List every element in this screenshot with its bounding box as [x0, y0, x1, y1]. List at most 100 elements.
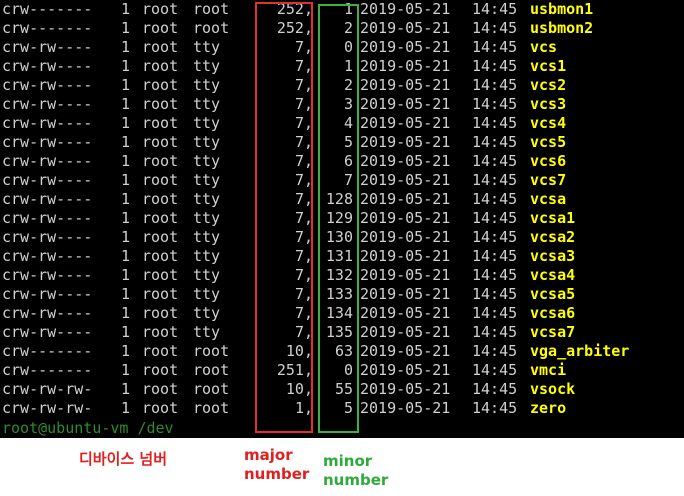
permissions: crw-rw---- — [2, 152, 93, 170]
time: 14:45 — [472, 380, 518, 398]
device-filename: zero — [530, 399, 567, 417]
group: root — [193, 19, 230, 37]
device-filename: vcsa6 — [530, 304, 576, 322]
date: 2019-05-21 — [360, 171, 451, 189]
permissions: crw-rw---- — [2, 228, 93, 246]
group: tty — [193, 38, 221, 56]
owner: root — [142, 285, 179, 303]
device-filename: vcsa4 — [530, 266, 576, 284]
date: 2019-05-21 — [360, 285, 451, 303]
date: 2019-05-21 — [360, 380, 451, 398]
link-count: 1 — [121, 399, 131, 417]
permissions: crw-rw-rw- — [2, 399, 93, 417]
time: 14:45 — [472, 342, 518, 360]
time: 14:45 — [472, 190, 518, 208]
permissions: crw-rw---- — [2, 323, 93, 341]
group: root — [193, 0, 230, 18]
minor-number-highlight-box — [318, 4, 359, 433]
date: 2019-05-21 — [360, 0, 451, 18]
link-count: 1 — [121, 266, 131, 284]
permissions: crw------- — [2, 342, 93, 360]
group: tty — [193, 152, 221, 170]
time: 14:45 — [472, 399, 518, 417]
permissions: crw-rw---- — [2, 133, 93, 151]
device-filename: vsock — [530, 380, 576, 398]
prompt-path: /dev — [137, 419, 174, 437]
link-count: 1 — [121, 19, 131, 37]
link-count: 1 — [121, 0, 131, 18]
device-filename: vcs3 — [530, 95, 567, 113]
owner: root — [142, 209, 179, 227]
link-count: 1 — [121, 171, 131, 189]
permissions: crw-rw---- — [2, 266, 93, 284]
time: 14:45 — [472, 152, 518, 170]
date: 2019-05-21 — [360, 399, 451, 417]
device-filename: vcs5 — [530, 133, 567, 151]
date: 2019-05-21 — [360, 304, 451, 322]
owner: root — [142, 247, 179, 265]
time: 14:45 — [472, 57, 518, 75]
time: 14:45 — [472, 171, 518, 189]
owner: root — [142, 0, 179, 18]
permissions: crw-rw---- — [2, 38, 93, 56]
group: tty — [193, 190, 221, 208]
group: tty — [193, 57, 221, 75]
group: tty — [193, 171, 221, 189]
date: 2019-05-21 — [360, 209, 451, 227]
device-filename: usbmon2 — [530, 19, 594, 37]
group: root — [193, 342, 230, 360]
device-filename: vcsa — [530, 190, 567, 208]
device-filename: vcsa1 — [530, 209, 576, 227]
time: 14:45 — [472, 266, 518, 284]
owner: root — [142, 133, 179, 151]
owner: root — [142, 19, 179, 37]
terminal-window[interactable]: crw------- 1 root root 252, 1 2019-05-21 14:45 u… — [0, 0, 684, 438]
permissions: crw------- — [2, 361, 93, 379]
owner: root — [142, 304, 179, 322]
group: root — [193, 399, 230, 417]
group: tty — [193, 133, 221, 151]
link-count: 1 — [121, 342, 131, 360]
date: 2019-05-21 — [360, 19, 451, 37]
link-count: 1 — [121, 228, 131, 246]
device-filename: vga_arbiter — [530, 342, 630, 360]
permissions: crw-rw-rw- — [2, 380, 93, 398]
device-filename: vcs — [530, 38, 558, 56]
group: tty — [193, 304, 221, 322]
device-filename: vcs2 — [530, 76, 567, 94]
link-count: 1 — [121, 38, 131, 56]
date: 2019-05-21 — [360, 57, 451, 75]
device-filename: vcs7 — [530, 171, 567, 189]
link-count: 1 — [121, 247, 131, 265]
group: tty — [193, 323, 221, 341]
owner: root — [142, 228, 179, 246]
device-filename: vcs6 — [530, 152, 567, 170]
time: 14:45 — [472, 247, 518, 265]
owner: root — [142, 190, 179, 208]
time: 14:45 — [472, 209, 518, 227]
device-filename: vcs4 — [530, 114, 567, 132]
date: 2019-05-21 — [360, 190, 451, 208]
link-count: 1 — [121, 304, 131, 322]
time: 14:45 — [472, 114, 518, 132]
time: 14:45 — [472, 0, 518, 18]
time: 14:45 — [472, 95, 518, 113]
owner: root — [142, 361, 179, 379]
date: 2019-05-21 — [360, 323, 451, 341]
link-count: 1 — [121, 76, 131, 94]
permissions: crw-rw---- — [2, 57, 93, 75]
group: tty — [193, 95, 221, 113]
owner: root — [142, 57, 179, 75]
device-filename: vmci — [530, 361, 567, 379]
owner: root — [142, 323, 179, 341]
link-count: 1 — [121, 190, 131, 208]
device-filename: usbmon1 — [530, 0, 594, 18]
time: 14:45 — [472, 38, 518, 56]
time: 14:45 — [472, 304, 518, 322]
owner: root — [142, 342, 179, 360]
permissions: crw-rw---- — [2, 76, 93, 94]
link-count: 1 — [121, 285, 131, 303]
owner: root — [142, 171, 179, 189]
group: tty — [193, 285, 221, 303]
group: tty — [193, 114, 221, 132]
